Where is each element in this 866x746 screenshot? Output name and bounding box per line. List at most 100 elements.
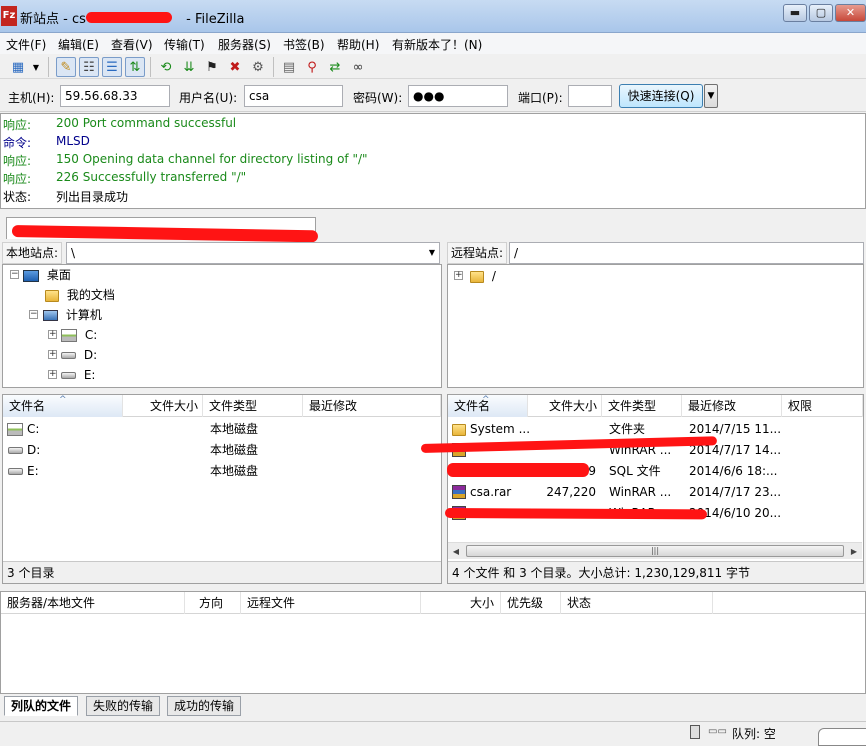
message-log[interactable]: 响应: 200 Port command successful 命令: MLSD…	[0, 113, 866, 209]
menu-server[interactable]: 服务器(S)	[218, 36, 271, 53]
tree-item-drive-d[interactable]: D:	[61, 345, 97, 365]
tree-item-desktop[interactable]: 桌面	[23, 265, 71, 285]
column-priority[interactable]: 优先级	[501, 592, 561, 614]
column-label: 文件类型	[209, 399, 258, 413]
column-size[interactable]: 大小	[421, 592, 501, 614]
menu-bookmarks[interactable]: 书签(B)	[283, 36, 325, 53]
expand-icon[interactable]: +	[48, 330, 57, 339]
filter-icon[interactable]: ⚲	[302, 57, 322, 77]
tree-item-label: /	[491, 269, 496, 283]
file-name: System ...	[470, 422, 531, 436]
disconnect-icon[interactable]: ✖	[225, 57, 245, 77]
dropdown-arrow-icon[interactable]: ▼	[30, 57, 42, 77]
collapse-icon[interactable]: −	[10, 270, 19, 279]
local-site-path-input[interactable]: \ ▼	[66, 242, 440, 264]
local-status-bar: 3 个目录	[3, 561, 441, 583]
expand-icon[interactable]: +	[48, 350, 57, 359]
tree-item-root[interactable]: /	[470, 266, 496, 286]
username-input[interactable]	[244, 85, 343, 107]
toggle-remote-tree-icon[interactable]: ☰	[102, 57, 122, 77]
expand-icon[interactable]: +	[48, 370, 57, 379]
file-name: csa.rar	[470, 485, 512, 499]
close-button[interactable]: ✕	[835, 4, 866, 22]
port-input[interactable]	[568, 85, 612, 107]
host-input[interactable]	[60, 85, 170, 107]
column-remote-file[interactable]: 远程文件	[241, 592, 421, 614]
tree-item-my-documents[interactable]: 我的文档	[45, 285, 115, 305]
toggle-queue-icon[interactable]: ⇅	[125, 57, 145, 77]
tab-queued-files[interactable]: 列队的文件	[4, 696, 79, 716]
menu-edit[interactable]: 编辑(E)	[58, 36, 99, 53]
remote-site-path-input[interactable]: /	[509, 242, 864, 264]
toggle-log-icon[interactable]: ✎	[56, 57, 76, 77]
search-icon[interactable]: ∞	[348, 57, 368, 77]
chevron-down-icon[interactable]: ▼	[429, 243, 435, 263]
table-row[interactable]: E: 本地磁盘	[5, 461, 435, 482]
file-name: E:	[27, 464, 39, 478]
minimize-button[interactable]: ▬	[783, 4, 807, 22]
window-title-prefix: 新站点 - cs	[20, 12, 86, 27]
file-type: 本地磁盘	[210, 422, 259, 436]
process-queue-icon[interactable]: ⇊	[179, 57, 199, 77]
quickconnect-dropdown-icon[interactable]: ▼	[704, 84, 718, 108]
file-modified: 2014/6/6 18:...	[689, 464, 778, 478]
table-row[interactable]: csa.rar 247,220 WinRAR ... 2014/7/17 23.…	[450, 482, 862, 503]
table-row[interactable]: D: 本地磁盘	[5, 440, 435, 461]
toolbar-separator	[48, 57, 49, 77]
menu-new-version[interactable]: 有新版本了！(N)	[392, 36, 482, 53]
site-manager-icon[interactable]: ▦	[8, 57, 28, 77]
scroll-left-icon[interactable]: ◀	[449, 545, 463, 558]
reconnect-icon[interactable]: ⚙	[248, 57, 268, 77]
column-label: 权限	[788, 399, 813, 413]
remote-directory-tree[interactable]: + /	[447, 264, 864, 388]
column-filename[interactable]: 文件名 ^	[3, 395, 123, 417]
tab-successful-transfers[interactable]: 成功的传输	[167, 696, 242, 716]
column-status[interactable]: 状态	[561, 592, 713, 614]
column-filetype[interactable]: 文件类型	[602, 395, 682, 417]
scrollbar-thumb[interactable]: |||	[466, 545, 844, 557]
column-permissions[interactable]: 权限	[782, 395, 863, 417]
local-directory-tree[interactable]: − 桌面 我的文档 − 计算机 + C: + D: + E:	[2, 264, 442, 388]
menu-file[interactable]: 文件(F)	[6, 36, 46, 53]
local-list-header: 文件名 ^ 文件大小 文件类型 最近修改	[3, 395, 441, 417]
column-modified[interactable]: 最近修改	[682, 395, 782, 417]
expand-icon[interactable]: +	[454, 271, 463, 280]
menu-transfer[interactable]: 传输(T)	[164, 36, 205, 53]
tree-item-computer[interactable]: 计算机	[43, 305, 102, 325]
tray-popup-edge	[818, 728, 866, 746]
table-row[interactable]: C: 本地磁盘	[5, 419, 435, 440]
transfer-queue[interactable]: 服务器/本地文件 方向 远程文件 大小 优先级 状态	[0, 591, 866, 694]
quickconnect-button[interactable]: 快速连接(Q)	[619, 84, 703, 108]
tree-item-drive-c[interactable]: C:	[61, 325, 97, 345]
column-server-local-file[interactable]: 服务器/本地文件	[1, 592, 185, 614]
collapse-icon[interactable]: −	[29, 310, 38, 319]
menu-help[interactable]: 帮助(H)	[337, 36, 379, 53]
column-label: 远程文件	[247, 596, 296, 610]
menu-view[interactable]: 查看(V)	[111, 36, 153, 53]
column-filesize[interactable]: 文件大小	[528, 395, 602, 417]
refresh-icon[interactable]: ⟲	[156, 57, 176, 77]
column-filename[interactable]: 文件名 ^	[448, 395, 528, 417]
directory-compare-icon[interactable]: ▤	[279, 57, 299, 77]
tab-failed-transfers[interactable]: 失败的传输	[86, 696, 161, 716]
column-direction[interactable]: 方向	[185, 592, 241, 614]
scroll-right-icon[interactable]: ▶	[847, 545, 861, 558]
toggle-local-tree-icon[interactable]: ☷	[79, 57, 99, 77]
cancel-icon[interactable]: ⚑	[202, 57, 222, 77]
tree-item-label: D:	[83, 348, 98, 362]
column-label: 优先级	[507, 596, 544, 610]
remote-status-bar: 4 个文件 和 3 个目录。大小总计: 1,230,129,811 字节	[448, 561, 863, 583]
column-filetype[interactable]: 文件类型	[203, 395, 303, 417]
local-file-list[interactable]: 文件名 ^ 文件大小 文件类型 最近修改 C: 本地磁盘 D: 本地磁盘 E: …	[2, 394, 442, 584]
sync-browse-icon[interactable]: ⇄	[325, 57, 345, 77]
password-input[interactable]	[408, 85, 508, 107]
filezilla-app-icon[interactable]: Fz	[1, 6, 17, 26]
file-size: 247,220	[546, 485, 596, 499]
maximize-button[interactable]: ▢	[809, 4, 833, 22]
tree-item-drive-e[interactable]: E:	[61, 365, 95, 385]
column-filesize[interactable]: 文件大小	[123, 395, 203, 417]
remote-horizontal-scrollbar[interactable]: ◀ ||| ▶	[448, 542, 862, 559]
desktop-icon	[23, 269, 39, 282]
column-label: 状态	[567, 596, 592, 610]
column-modified[interactable]: 最近修改	[303, 395, 441, 417]
